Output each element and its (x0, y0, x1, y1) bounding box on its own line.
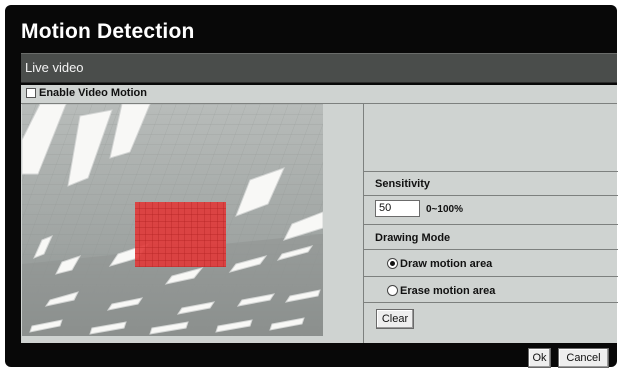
live-video-header: Live video (21, 53, 617, 83)
sensitivity-input-row: 50 0~100% (364, 196, 618, 225)
sensitivity-range: 0~100% (426, 204, 463, 215)
sensitivity-label: Sensitivity (375, 178, 431, 190)
motion-detection-dialog: Motion Detection Live video Enable Video… (5, 5, 618, 368)
content-panel: Enable Video Motion Sensitivity 50 0~100… (21, 85, 618, 343)
drawing-mode-label-row: Drawing Mode (364, 225, 618, 250)
empty-row (364, 104, 618, 172)
sensitivity-label-row: Sensitivity (364, 172, 618, 196)
enable-video-motion-checkbox[interactable] (26, 88, 36, 98)
clear-button[interactable]: Clear (376, 309, 414, 329)
sensitivity-input[interactable]: 50 (375, 200, 420, 217)
live-video-view[interactable] (22, 104, 323, 336)
erase-option-row[interactable]: Erase motion area (364, 277, 618, 303)
draw-option-row[interactable]: Draw motion area (364, 250, 618, 277)
enable-motion-row: Enable Video Motion (21, 85, 617, 104)
dialog-title: Motion Detection (21, 20, 195, 43)
drawing-mode-label: Drawing Mode (375, 232, 451, 244)
draw-motion-area-label[interactable]: Draw motion area (400, 258, 492, 270)
enable-video-motion-label[interactable]: Enable Video Motion (39, 87, 147, 99)
motion-area[interactable] (135, 202, 226, 267)
erase-motion-area-radio[interactable] (387, 285, 398, 296)
live-video-frame[interactable] (22, 104, 323, 336)
clear-row: Clear (364, 303, 618, 336)
erase-motion-area-label[interactable]: Erase motion area (400, 285, 495, 297)
cancel-button[interactable]: Cancel (558, 348, 609, 368)
settings-column: Sensitivity 50 0~100% Drawing Mode Draw … (363, 104, 618, 343)
ok-button[interactable]: Ok (528, 348, 551, 368)
draw-motion-area-radio[interactable] (387, 258, 398, 269)
